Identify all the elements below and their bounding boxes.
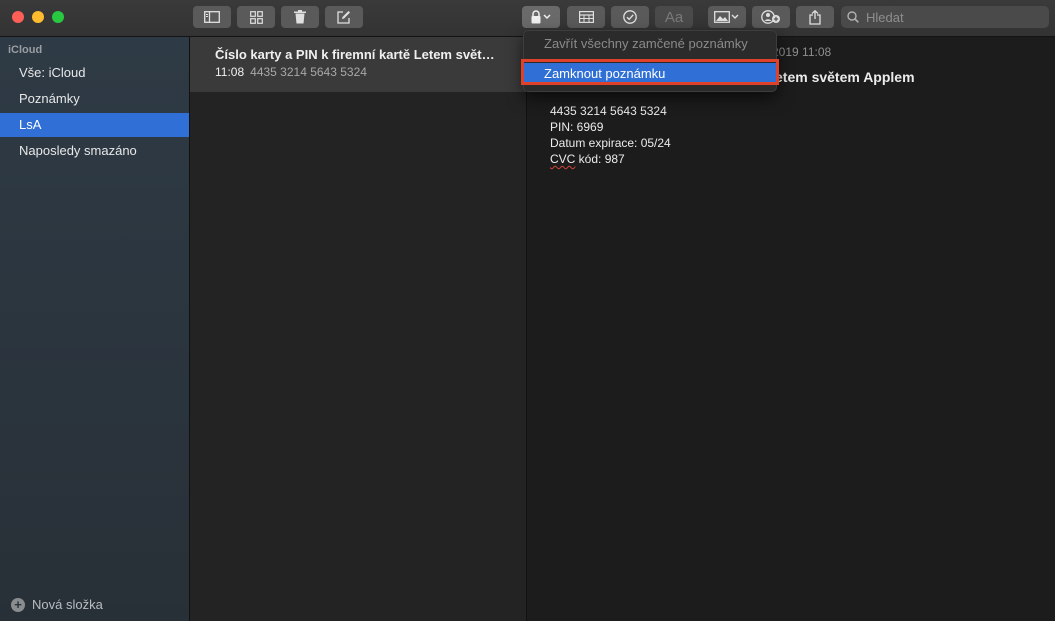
share-button[interactable] (796, 6, 834, 28)
sidebar-item-notes[interactable]: Poznámky (0, 87, 189, 111)
sidebar-account-header: iCloud (8, 44, 43, 56)
format-button[interactable]: Aa (655, 6, 693, 28)
compose-icon (337, 11, 350, 24)
sidebar: iCloud Vše: iCloud Poznámky LsA Naposled… (0, 37, 190, 621)
trash-icon (294, 10, 306, 24)
checkmark-circle-icon (623, 10, 637, 24)
new-folder-button[interactable]: + Nová složka (11, 597, 103, 612)
search-icon (847, 11, 859, 23)
new-folder-label: Nová složka (32, 597, 103, 612)
note-editor[interactable]: a 2019 11:08 etem světem Applem 4435 321… (527, 37, 1055, 621)
gallery-view-button[interactable] (237, 6, 275, 28)
sidebar-item-lsa[interactable]: LsA (0, 113, 189, 137)
zoom-window-button[interactable] (52, 11, 64, 23)
delete-button[interactable] (281, 6, 319, 28)
sidebar-icon (204, 11, 220, 23)
lock-dropdown-menu: Zavřít všechny zamčené poznámky Zamknout… (523, 30, 777, 92)
photo-icon (714, 11, 739, 23)
spellcheck-word: CVC (550, 152, 576, 166)
note-line-pin: PIN: 6969 (550, 120, 604, 134)
note-editor-title: etem světem Applem (775, 69, 915, 85)
grid-icon (249, 10, 263, 24)
note-meta: 11:08 4435 3214 5643 5324 (215, 65, 367, 79)
add-people-button[interactable] (752, 6, 790, 28)
plus-circle-icon: + (11, 597, 25, 612)
search-input[interactable] (864, 8, 1048, 26)
lock-button[interactable] (522, 6, 560, 28)
person-add-icon (761, 10, 780, 24)
note-line-cvc: CVC kód: 987 (550, 151, 671, 167)
note-time: 11:08 (215, 65, 245, 79)
media-button[interactable] (708, 6, 746, 28)
note-list: Číslo karty a PIN k firemní kartě Letem … (190, 37, 527, 621)
note-body[interactable]: 4435 3214 5643 5324 PIN: 6969 Datum expi… (550, 103, 671, 167)
note-line-cvc-text: kód: 987 (575, 152, 625, 166)
note-preview: 4435 3214 5643 5324 (250, 65, 367, 79)
close-window-button[interactable] (12, 11, 24, 23)
checklist-button[interactable] (611, 6, 649, 28)
note-line-expiry: Datum expirace: 05/24 (550, 136, 671, 150)
search-field[interactable] (841, 6, 1049, 28)
note-line-card-number: 4435 3214 5643 5324 (550, 104, 667, 118)
new-note-button[interactable] (325, 6, 363, 28)
toggle-sidebar-button[interactable] (193, 6, 231, 28)
minimize-window-button[interactable] (32, 11, 44, 23)
sidebar-item-recently-deleted[interactable]: Naposledy smazáno (0, 139, 189, 163)
sidebar-item-all-icloud[interactable]: Vše: iCloud (0, 61, 189, 85)
table-icon (578, 11, 594, 23)
menu-item-lock-note[interactable]: Zamknout poznámku (524, 63, 776, 85)
lock-icon (531, 10, 551, 24)
menu-item-close-all-locked: Zavřít všechny zamčené poznámky (544, 36, 748, 51)
list-item[interactable]: Číslo karty a PIN k firemní kartě Letem … (190, 37, 526, 92)
note-title: Číslo karty a PIN k firemní kartě Letem … (215, 47, 495, 62)
table-button[interactable] (567, 6, 605, 28)
share-icon (809, 9, 821, 25)
